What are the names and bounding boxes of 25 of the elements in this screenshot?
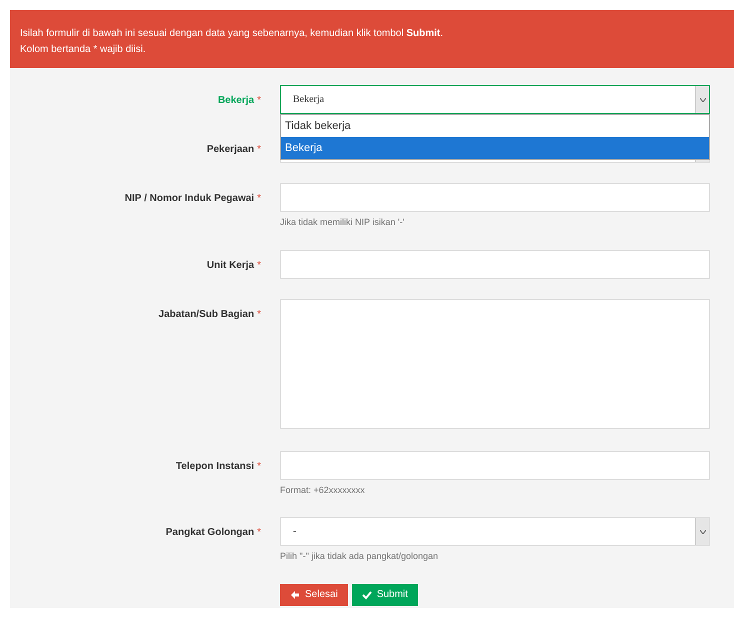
input-field[interactable] bbox=[280, 450, 710, 480]
help-text: Format: +62xxxxxxxx bbox=[280, 484, 366, 496]
text-area[interactable] bbox=[280, 298, 710, 428]
help-text: Jika tidak memiliki NIP isikan '-' bbox=[280, 216, 406, 229]
help-text: Pilih "-" jika tidak ada pangkat/golongan bbox=[280, 550, 439, 563]
dropdown-option[interactable]: Bekerja bbox=[281, 137, 709, 159]
dropdown-option[interactable]: Tidak bekerja bbox=[281, 115, 709, 137]
alert-text: Kolom bertanda * wajib diisi. bbox=[20, 43, 147, 57]
alert-text: Isilah formulir di bawah ini sesuai dengan data yang sebenarnya, kemudian klik tombol Submit. bbox=[20, 27, 444, 41]
field-label: NIP / Nomor Induk Pegawai * bbox=[124, 192, 262, 206]
check-icon bbox=[362, 590, 372, 600]
caret-icon bbox=[695, 518, 709, 545]
caret-icon bbox=[695, 86, 709, 113]
select-field[interactable]: - bbox=[280, 517, 710, 546]
arrow-left-icon bbox=[290, 590, 300, 600]
back-button[interactable]: Selesai bbox=[280, 584, 348, 606]
field-label: Unit Kerja * bbox=[206, 258, 262, 272]
field-label: Pekerjaan * bbox=[206, 143, 262, 157]
field-label: Telepon Instansi * bbox=[174, 460, 262, 474]
select-field[interactable]: Bekerja bbox=[280, 85, 710, 114]
field-label: Pangkat Golongan * bbox=[164, 526, 262, 540]
field-label: Jabatan/Sub Bagian * bbox=[158, 308, 262, 322]
field-label: Bekerja * bbox=[216, 94, 262, 108]
input-field[interactable] bbox=[280, 250, 710, 278]
input-field[interactable] bbox=[280, 183, 710, 212]
